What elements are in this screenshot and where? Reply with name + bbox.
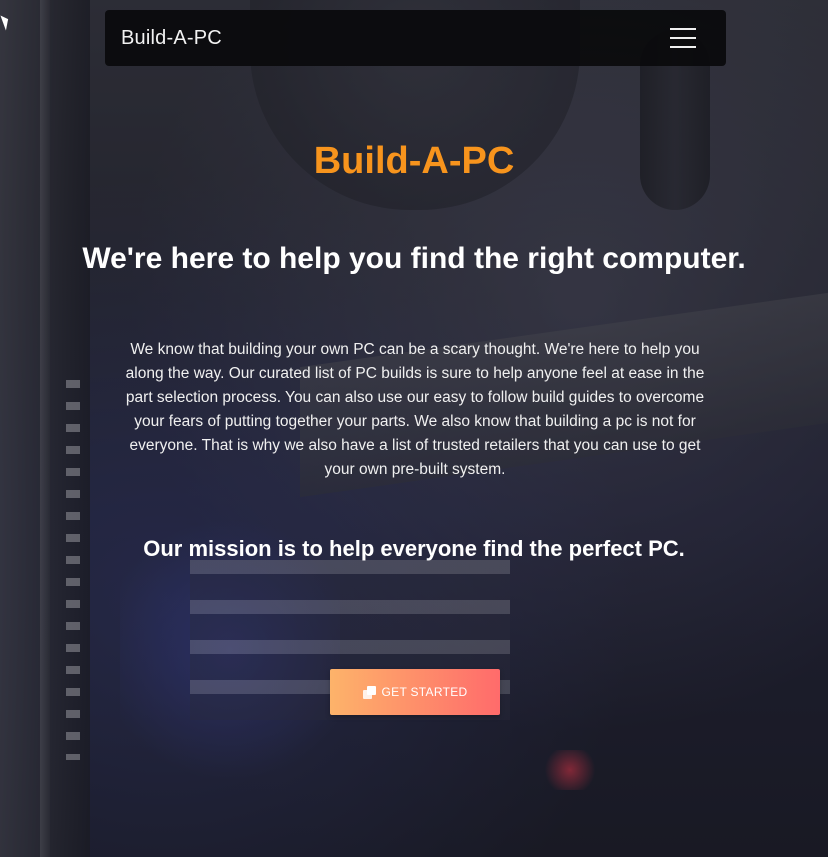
hero-intro-text: We know that building your own PC can be… — [125, 341, 705, 478]
hamburger-bar — [670, 28, 696, 30]
mission-statement: Our mission is to help everyone find the… — [143, 536, 685, 561]
hamburger-bar — [670, 37, 696, 39]
hero-section: Build-A-PC We're here to help you find t… — [0, 0, 828, 857]
hero-title: Build-A-PC — [313, 140, 515, 182]
hamburger-menu-icon[interactable] — [670, 28, 696, 48]
get-started-button[interactable]: GET STARTED — [330, 669, 500, 715]
copy-stack-icon — [362, 685, 376, 699]
navbar: Build-A-PC — [105, 10, 726, 66]
page: Build-A-PC Build-A-PC We're here to help… — [0, 0, 828, 857]
hamburger-bar — [670, 46, 696, 48]
get-started-label: GET STARTED — [381, 685, 468, 699]
navbar-brand[interactable]: Build-A-PC — [121, 27, 222, 50]
hero-tagline: We're here to help you find the right co… — [82, 242, 746, 275]
